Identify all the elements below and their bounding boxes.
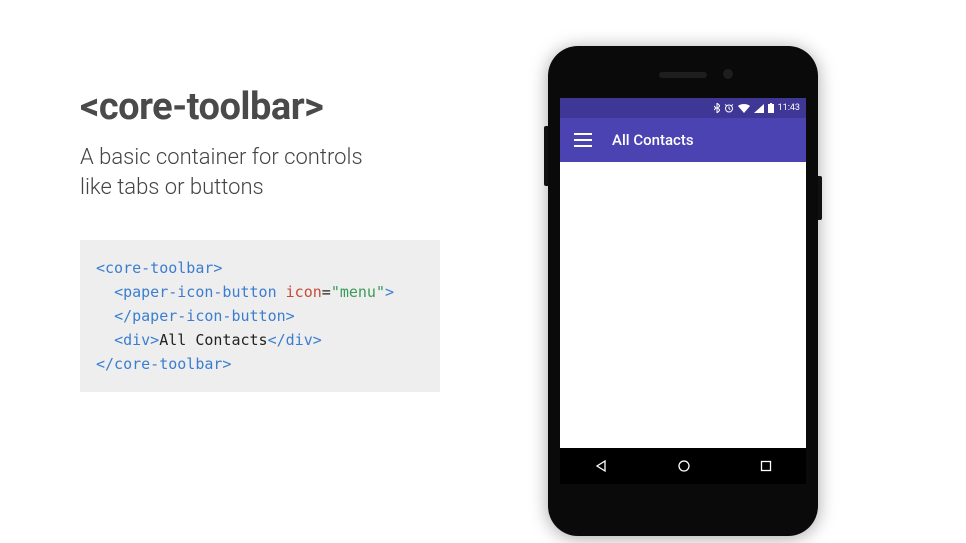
home-icon[interactable] (677, 459, 691, 473)
code-snippet: <core-toolbar> <paper-icon-button icon="… (80, 240, 440, 392)
code-token: </div> (268, 331, 322, 349)
code-token: <div> (114, 331, 159, 349)
phone-screen: 11:43 All Contacts (560, 98, 806, 484)
component-description: A basic container for controls like tabs… (80, 143, 460, 202)
menu-icon[interactable] (574, 133, 592, 147)
code-value: "menu" (331, 283, 385, 301)
status-bar: 11:43 (560, 98, 806, 118)
desc-line-2: like tabs or buttons (80, 175, 264, 200)
wifi-icon (738, 104, 750, 113)
code-token: > (385, 283, 394, 301)
code-token: = (322, 283, 331, 301)
phone-mockup: 11:43 All Contacts (548, 46, 818, 536)
phone-camera (723, 69, 733, 79)
component-heading: <core-toolbar> (80, 85, 460, 129)
toolbar-title: All Contacts (612, 131, 694, 149)
code-token: </core-toolbar> (96, 355, 231, 373)
recents-icon[interactable] (760, 460, 772, 472)
app-toolbar: All Contacts (560, 118, 806, 162)
status-time: 11:43 (778, 103, 800, 113)
alarm-icon (724, 103, 734, 113)
app-content (560, 162, 806, 448)
back-icon[interactable] (594, 459, 608, 473)
battery-icon (768, 103, 774, 113)
code-token: <core-toolbar> (96, 259, 222, 277)
signal-icon (754, 104, 764, 113)
code-attr: icon (277, 283, 322, 301)
bluetooth-icon (714, 103, 720, 113)
android-nav-bar (560, 448, 806, 484)
code-text: All Contacts (159, 331, 267, 349)
desc-line-1: A basic container for controls (80, 145, 363, 170)
code-token: <paper-icon-button (114, 283, 277, 301)
code-token: </paper-icon-button> (114, 307, 295, 325)
phone-speaker (659, 72, 707, 78)
